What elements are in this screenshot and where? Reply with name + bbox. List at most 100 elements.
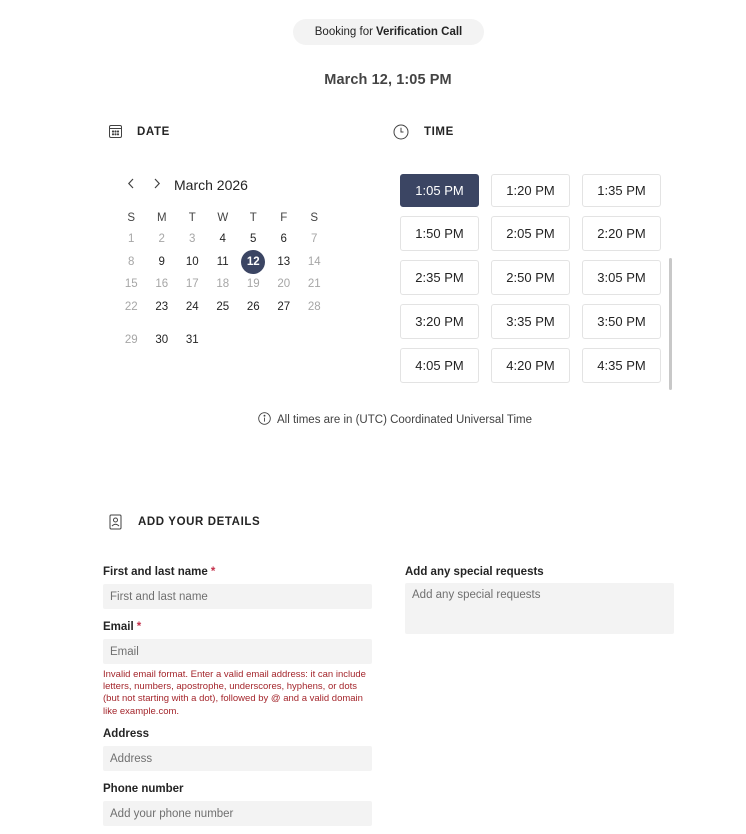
calendar-day-number: 25: [216, 300, 230, 313]
email-input[interactable]: [103, 639, 372, 664]
calendar-day-number: 3: [189, 233, 196, 246]
time-slot[interactable]: 4:05 PM: [400, 348, 479, 383]
calendar-day: 3: [177, 228, 208, 251]
calendar-day-number: 27: [277, 300, 291, 313]
calendar-day-number: 29: [124, 333, 138, 346]
date-section-title: DATE: [137, 125, 170, 138]
time-slot-selected[interactable]: 1:05 PM: [400, 174, 479, 207]
weekday-header: M: [156, 212, 167, 224]
booking-prefix: Booking for: [314, 26, 373, 38]
phone-field-label: Phone number: [103, 783, 184, 795]
calendar-day-number: 1: [128, 233, 135, 246]
contact-card-icon: [109, 514, 122, 530]
calendar-day-number: 4: [219, 233, 226, 246]
required-marker: *: [136, 621, 142, 633]
time-slot[interactable]: 2:05 PM: [491, 216, 570, 251]
calendar-day-number: 20: [277, 278, 291, 291]
calendar-day-selected[interactable]: 12: [238, 249, 269, 274]
time-slot-list[interactable]: 1:05 PM 1:20 PM 1:35 PM 1:50 PM 2:05 PM 2:20 …: [400, 174, 662, 390]
calendar-day-number: 26: [246, 300, 260, 313]
weekday-header: T: [249, 212, 257, 224]
weekday-header: W: [217, 212, 229, 224]
address-field-label: Address: [103, 728, 150, 740]
chevron-right-icon: [153, 176, 161, 194]
calendar-day[interactable]: 9: [147, 251, 178, 274]
calendar-day[interactable]: 25: [208, 296, 239, 319]
calendar-day-number: 10: [185, 255, 199, 268]
calendar-day: 29: [116, 318, 147, 355]
time-slot[interactable]: 2:20 PM: [582, 216, 661, 251]
calendar-day[interactable]: 5: [238, 228, 269, 251]
time-slot[interactable]: 4:35 PM: [582, 348, 661, 383]
calendar-day: 15: [116, 273, 147, 296]
time-slot[interactable]: 3:05 PM: [582, 260, 661, 295]
requests-field-label: Add any special requests: [405, 566, 544, 578]
calendar-day-number: 19: [246, 278, 260, 291]
calendar-day-number: 21: [307, 278, 321, 291]
calendar-day-number: 14: [307, 255, 321, 268]
calendar-day[interactable]: 11: [208, 251, 239, 274]
time-slot[interactable]: 4:20 PM: [491, 348, 570, 383]
calendar-day: 2: [147, 228, 178, 251]
date-section-header: DATE: [108, 124, 170, 139]
booking-for-pill: Booking for Verification Call: [293, 19, 484, 45]
time-slot[interactable]: 1:20 PM: [491, 174, 570, 207]
clock-icon: [393, 124, 409, 140]
calendar-day[interactable]: 6: [269, 228, 300, 251]
previous-month-button[interactable]: [118, 175, 144, 195]
calendar-day[interactable]: 10: [177, 251, 208, 274]
calendar-day: 20: [269, 273, 300, 296]
calendar-day-number: 5: [250, 233, 257, 246]
chevron-left-icon: [127, 176, 135, 194]
calendar-icon: [108, 124, 123, 139]
email-error-message: Invalid email format. Enter a valid emai…: [103, 669, 366, 717]
calendar-day-number: 15: [124, 278, 138, 291]
calendar-day[interactable]: 30: [147, 318, 178, 355]
time-slot[interactable]: 3:20 PM: [400, 304, 479, 339]
calendar-day[interactable]: 26: [238, 296, 269, 319]
calendar-day-number: 24: [185, 300, 199, 313]
calendar-day-number: 28: [307, 300, 321, 313]
time-slot[interactable]: 3:50 PM: [582, 304, 661, 339]
weekday-header: S: [127, 212, 136, 224]
calendar-day: 19: [238, 273, 269, 296]
calendar-day[interactable]: 13: [269, 251, 300, 274]
calendar-day-number: 13: [277, 255, 291, 268]
email-label-text: Email: [103, 621, 134, 633]
calendar-day[interactable]: 27: [269, 296, 300, 319]
calendar-day-number: 9: [158, 255, 165, 268]
name-input[interactable]: [103, 584, 372, 609]
calendar-day-number: 17: [185, 278, 199, 291]
calendar-day[interactable]: 24: [177, 296, 208, 319]
time-slot[interactable]: 1:35 PM: [582, 174, 661, 207]
required-marker: *: [210, 566, 216, 578]
time-slot-scrollbar[interactable]: [669, 174, 673, 390]
info-icon: [258, 412, 277, 428]
email-field-label: Email *: [103, 621, 141, 633]
booking-service-name: Verification Call: [375, 26, 463, 38]
phone-input[interactable]: [103, 801, 372, 826]
name-field-label: First and last name *: [103, 566, 215, 578]
address-input[interactable]: [103, 746, 372, 771]
timezone-note: All times are in (UTC) Coordinated Unive…: [258, 412, 532, 428]
time-slot[interactable]: 2:50 PM: [491, 260, 570, 295]
selected-datetime: March 12, 1:05 PM: [324, 72, 452, 88]
calendar-day: 21: [299, 273, 330, 296]
next-month-button[interactable]: [144, 175, 170, 195]
calendar-day-number: 2: [158, 233, 165, 246]
time-slot[interactable]: 2:35 PM: [400, 260, 479, 295]
calendar-day[interactable]: 31: [177, 318, 208, 355]
time-slot[interactable]: 3:35 PM: [491, 304, 570, 339]
special-requests-textarea[interactable]: [405, 583, 674, 634]
calendar-day[interactable]: 4: [208, 228, 239, 251]
weekday-header: T: [188, 212, 196, 224]
calendar-day-number: 30: [155, 333, 169, 346]
calendar-day: 17: [177, 273, 208, 296]
calendar-day[interactable]: 23: [147, 296, 178, 319]
calendar-day-number: 23: [155, 300, 169, 313]
weekday-header: F: [280, 212, 288, 224]
scrollbar-thumb[interactable]: [669, 258, 672, 390]
time-section-header: TIME: [393, 124, 454, 140]
calendar-day-number: 12: [241, 249, 266, 274]
time-slot[interactable]: 1:50 PM: [400, 216, 479, 251]
